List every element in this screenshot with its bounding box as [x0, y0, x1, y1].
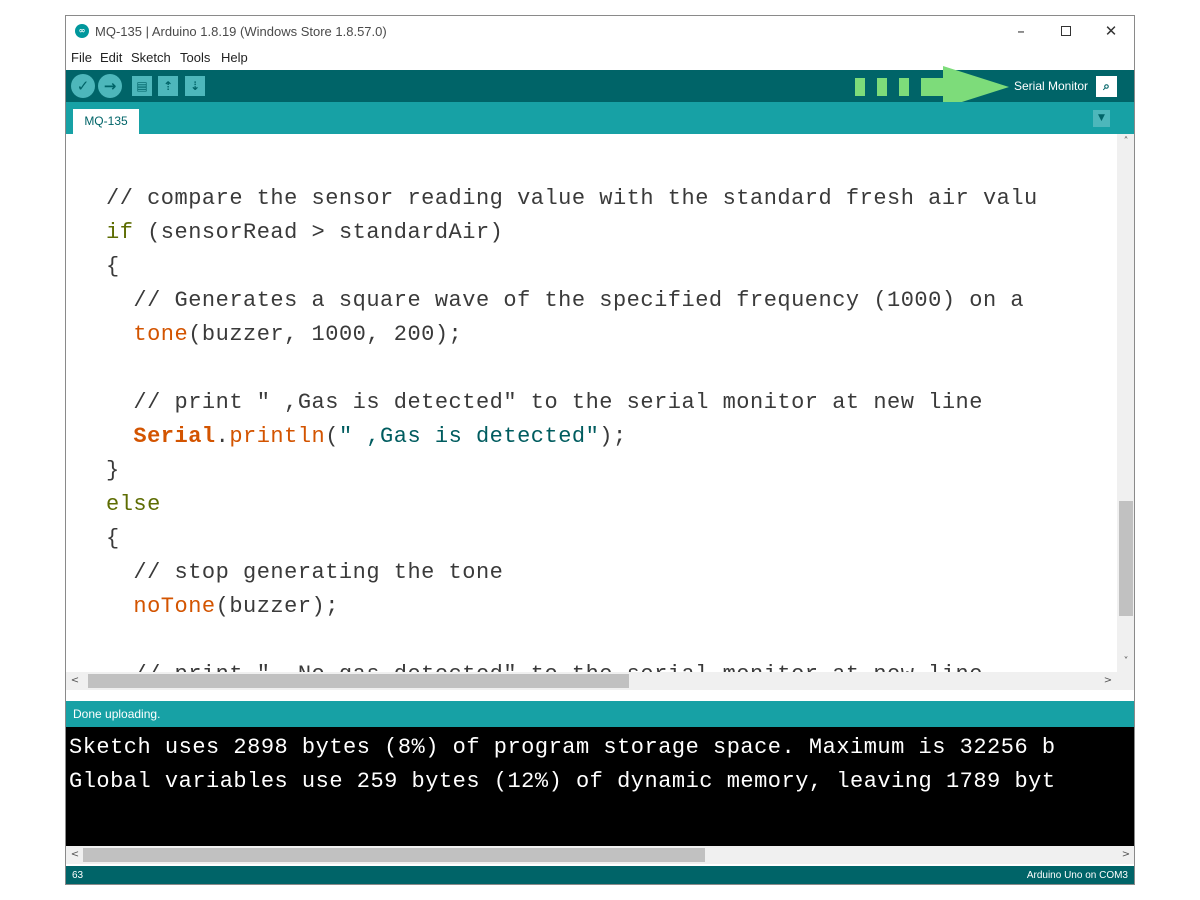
upload-button[interactable]: → [98, 74, 122, 98]
save-sketch-button[interactable]: ⇣ [185, 76, 205, 96]
serial-monitor-label: Serial Monitor [1014, 79, 1089, 93]
code-token: Serial [133, 424, 216, 449]
code-line: } [106, 458, 120, 492]
footer-bar: 63 Arduino Uno on COM3 [66, 866, 1134, 884]
board-port-info: Arduino Uno on COM3 [1026, 870, 1128, 881]
code-editor[interactable]: // compare the sensor reading value with… [66, 134, 1117, 674]
arduino-logo-icon: ∞ [75, 24, 89, 38]
code-line: tone(buzzer, 1000, 200); [106, 322, 462, 356]
console-line: Global variables use 259 bytes (12%) of … [69, 769, 1056, 794]
code-token: " ,Gas is detected" [338, 424, 600, 449]
code-line: // print " ,Gas is detected" to the seri… [106, 390, 983, 424]
console-horizontal-scrollbar[interactable]: < > [66, 846, 1134, 864]
tab-mq-135[interactable]: MQ-135 [73, 109, 139, 134]
scroll-right-icon[interactable]: > [1099, 673, 1117, 689]
code-token: else [106, 492, 161, 517]
window-title: MQ-135 | Arduino 1.8.19 (Windows Store 1… [95, 24, 387, 39]
code-token: ( [325, 424, 339, 449]
editor-vertical-scrollbar[interactable]: ˄ ˅ [1117, 134, 1134, 674]
code-line: { [106, 526, 120, 560]
menu-file[interactable]: File [71, 50, 92, 65]
code-token: tone [133, 322, 189, 347]
scroll-down-icon[interactable]: ˅ [1117, 654, 1134, 670]
status-bar: Done uploading. [66, 701, 1134, 727]
serial-monitor-button[interactable]: ⌕ [1096, 76, 1117, 97]
code-line: if (sensorRead > standardAir) [106, 220, 503, 254]
menu-sketch[interactable]: Sketch [131, 50, 171, 65]
code-token: ); [599, 424, 627, 449]
editor-horizontal-scroll-thumb[interactable] [88, 674, 629, 688]
console-line: Sketch uses 2898 bytes (8%) of program s… [69, 735, 1056, 760]
status-message: Done uploading. [73, 707, 161, 721]
verify-button[interactable]: ✓ [71, 74, 95, 98]
tab-bar: MQ-135 ▼ [66, 102, 1134, 134]
menu-help[interactable]: Help [221, 50, 248, 65]
code-line: // compare the sensor reading value with… [106, 186, 1038, 220]
maximize-button[interactable] [1051, 20, 1081, 42]
code-token: { [106, 526, 120, 551]
maximize-icon [1061, 26, 1071, 36]
code-token: // print " ,Gas is detected" to the seri… [106, 390, 983, 415]
code-line: { [106, 254, 120, 288]
line-number: 63 [72, 870, 84, 881]
console-scroll-right-icon[interactable]: > [1117, 847, 1134, 863]
code-line: // Generates a square wave of the specif… [106, 288, 1024, 322]
menu-bar: File Edit Sketch Tools Help [66, 46, 1134, 68]
code-token: { [106, 254, 120, 279]
code-line: Serial.println(" ,Gas is detected"); [106, 424, 627, 458]
arduino-ide-window: ∞ MQ-135 | Arduino 1.8.19 (Windows Store… [65, 15, 1135, 885]
new-sketch-button[interactable]: ▤ [132, 76, 152, 96]
console-scroll-left-icon[interactable]: < [66, 847, 84, 863]
console-scroll-thumb[interactable] [83, 848, 705, 862]
code-token: // Generates a square wave of the specif… [106, 288, 1025, 313]
tab-menu-button[interactable]: ▼ [1093, 110, 1110, 127]
output-console[interactable]: Sketch uses 2898 bytes (8%) of program s… [66, 727, 1134, 846]
code-token: (sensorRead > standardAir) [133, 220, 504, 245]
open-sketch-button[interactable]: ⇡ [158, 76, 178, 96]
code-token: } [106, 458, 120, 483]
editor-horizontal-scrollbar[interactable]: < > [66, 672, 1134, 690]
code-line: // stop generating the tone [106, 560, 503, 594]
code-token: . [215, 424, 230, 449]
code-token: // stop generating the tone [106, 560, 504, 585]
code-token: (buzzer, 1000, 200); [188, 322, 463, 347]
scroll-left-icon[interactable]: < [66, 673, 84, 689]
code-line: else [106, 492, 161, 526]
minimize-button[interactable]: – [1006, 20, 1036, 42]
scroll-up-icon[interactable]: ˄ [1117, 134, 1134, 150]
menu-tools[interactable]: Tools [180, 50, 210, 65]
code-line: noTone(buzzer); [106, 594, 339, 628]
code-token: noTone [133, 594, 216, 619]
title-bar: ∞ MQ-135 | Arduino 1.8.19 (Windows Store… [66, 16, 1134, 46]
code-token: // compare the sensor reading value with… [106, 186, 1038, 211]
code-token: if [106, 220, 134, 245]
code-token: (buzzer); [215, 594, 339, 619]
menu-edit[interactable]: Edit [100, 50, 122, 65]
editor-vertical-scroll-thumb[interactable] [1119, 501, 1133, 616]
close-button[interactable]: ✕ [1096, 20, 1126, 42]
code-token: println [229, 424, 326, 449]
